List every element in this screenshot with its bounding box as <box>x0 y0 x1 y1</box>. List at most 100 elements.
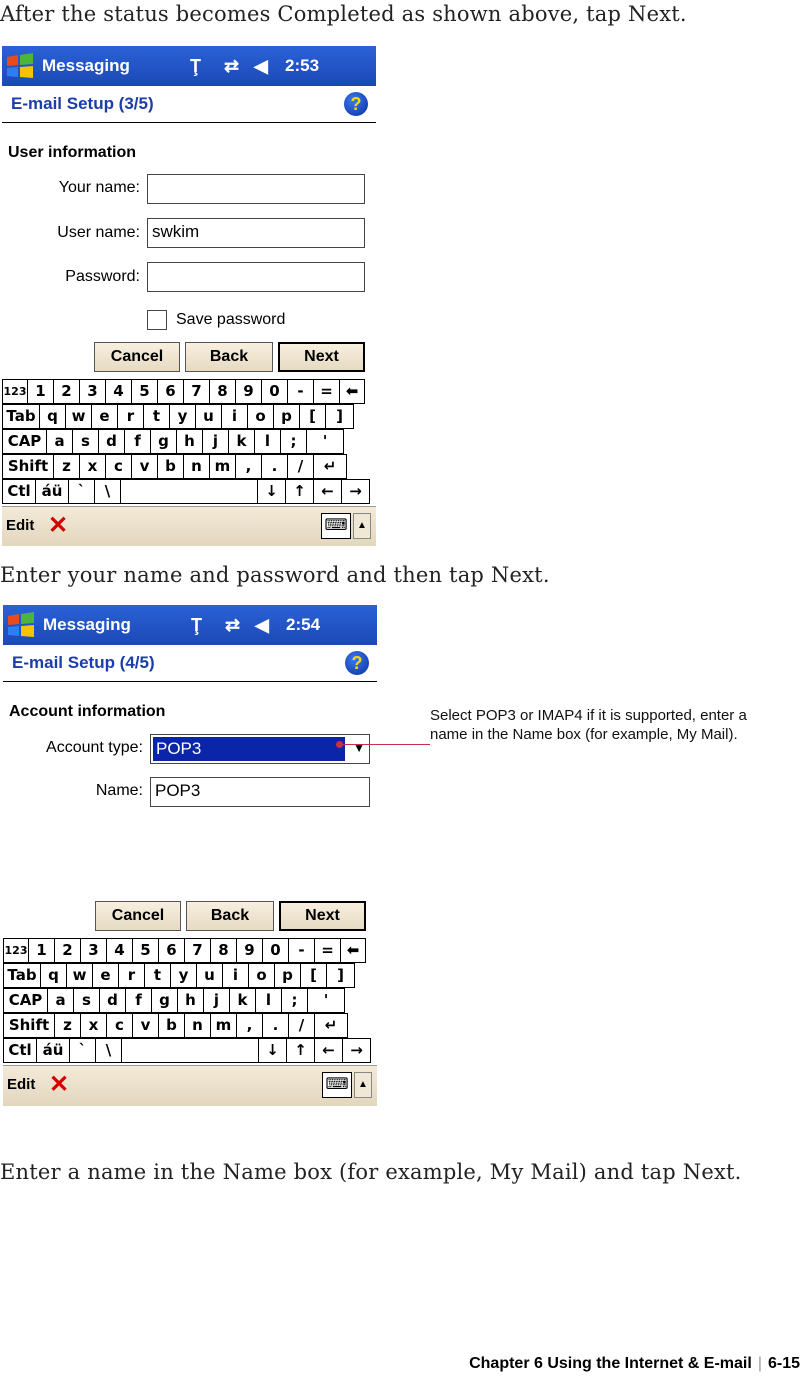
key-e[interactable]: e <box>92 963 119 988</box>
key-p[interactable]: p <box>273 404 300 429</box>
key-c[interactable]: c <box>105 454 132 479</box>
down-arrow-key[interactable]: ↓ <box>257 479 286 504</box>
key-1[interactable]: 1 <box>27 379 54 404</box>
key-x[interactable]: x <box>79 454 106 479</box>
input-selector-arrow-icon[interactable]: ▲ <box>354 1072 372 1098</box>
left-arrow-key[interactable]: ← <box>313 479 342 504</box>
key-z[interactable]: z <box>53 454 80 479</box>
key-rbracket[interactable]: ] <box>326 963 355 988</box>
speaker-icon[interactable]: ◀︎ <box>255 615 269 636</box>
left-arrow-key[interactable]: ← <box>314 1038 343 1063</box>
key-shift[interactable]: Shift <box>2 454 54 479</box>
key-c[interactable]: c <box>106 1013 133 1038</box>
name-field[interactable]: POP3 <box>150 777 370 807</box>
key-j[interactable]: j <box>203 988 230 1013</box>
key-w[interactable]: w <box>65 404 92 429</box>
key-a[interactable]: a <box>46 429 73 454</box>
next-button[interactable]: Next <box>279 901 366 931</box>
help-icon[interactable]: ? <box>344 92 368 116</box>
key-period[interactable]: . <box>261 454 288 479</box>
key-7[interactable]: 7 <box>184 938 211 963</box>
key-b[interactable]: b <box>158 1013 185 1038</box>
account-type-dropdown[interactable]: POP3 ▼ <box>150 734 370 764</box>
key-o[interactable]: o <box>248 963 275 988</box>
key-7[interactable]: 7 <box>183 379 210 404</box>
help-icon[interactable]: ? <box>345 651 369 675</box>
key-i[interactable]: i <box>221 404 248 429</box>
enter-key[interactable]: ↵ <box>313 454 347 479</box>
back-button[interactable]: Back <box>186 901 274 931</box>
key-comma[interactable]: , <box>235 454 262 479</box>
key-minus[interactable]: - <box>287 379 314 404</box>
key-n[interactable]: n <box>184 1013 211 1038</box>
key-4[interactable]: 4 <box>105 379 132 404</box>
key-semicolon[interactable]: ; <box>280 429 307 454</box>
key-d[interactable]: d <box>99 988 126 1013</box>
key-q[interactable]: q <box>39 404 66 429</box>
key-lbracket[interactable]: [ <box>299 404 326 429</box>
windows-start-icon[interactable] <box>6 610 36 640</box>
next-button[interactable]: Next <box>278 342 365 372</box>
key-3[interactable]: 3 <box>79 379 106 404</box>
key-h[interactable]: h <box>177 988 204 1013</box>
key-d[interactable]: d <box>98 429 125 454</box>
key-v[interactable]: v <box>132 1013 159 1038</box>
key-p[interactable]: p <box>274 963 301 988</box>
key-f[interactable]: f <box>125 988 152 1013</box>
key-k[interactable]: k <box>228 429 255 454</box>
backspace-key[interactable]: ⬅ <box>340 938 366 963</box>
key-0[interactable]: 0 <box>261 379 288 404</box>
key-3[interactable]: 3 <box>80 938 107 963</box>
edit-menu[interactable]: Edit <box>6 517 34 534</box>
key-h[interactable]: h <box>176 429 203 454</box>
key-5[interactable]: 5 <box>131 379 158 404</box>
key-backslash[interactable]: \ <box>95 1038 122 1063</box>
your-name-field[interactable] <box>147 174 365 204</box>
key-g[interactable]: g <box>151 988 178 1013</box>
key-m[interactable]: m <box>209 454 236 479</box>
key-g[interactable]: g <box>150 429 177 454</box>
speaker-icon[interactable]: ◀︎ <box>254 56 268 77</box>
input-selector-arrow-icon[interactable]: ▲ <box>353 513 371 539</box>
key-caps[interactable]: CAP <box>3 988 48 1013</box>
key-semicolon[interactable]: ; <box>281 988 308 1013</box>
key-6[interactable]: 6 <box>158 938 185 963</box>
key-slash[interactable]: / <box>288 1013 315 1038</box>
key-0[interactable]: 0 <box>262 938 289 963</box>
key-u[interactable]: u <box>195 404 222 429</box>
key-l[interactable]: l <box>254 429 281 454</box>
antenna-icon[interactable]: Ţ <box>191 615 202 636</box>
connectivity-icon[interactable]: ⇄ <box>225 615 240 636</box>
key-equals[interactable]: = <box>313 379 340 404</box>
key-slash[interactable]: / <box>287 454 314 479</box>
key-5[interactable]: 5 <box>132 938 159 963</box>
key-quote[interactable]: ' <box>306 429 344 454</box>
key-s[interactable]: s <box>72 429 99 454</box>
key-t[interactable]: t <box>143 404 170 429</box>
key-2[interactable]: 2 <box>54 938 81 963</box>
key-ctl[interactable]: Ctl <box>3 1038 37 1063</box>
key-123[interactable]: 123 <box>3 938 29 963</box>
back-button[interactable]: Back <box>185 342 273 372</box>
cancel-button[interactable]: Cancel <box>95 901 181 931</box>
key-a[interactable]: a <box>47 988 74 1013</box>
key-shift[interactable]: Shift <box>3 1013 55 1038</box>
key-rbracket[interactable]: ] <box>325 404 354 429</box>
space-key[interactable] <box>121 1038 259 1063</box>
key-t[interactable]: t <box>144 963 171 988</box>
keyboard-icon[interactable]: ⌨ <box>322 1072 352 1098</box>
key-w[interactable]: w <box>66 963 93 988</box>
key-accents[interactable]: áü <box>35 479 69 504</box>
key-u[interactable]: u <box>196 963 223 988</box>
windows-start-icon[interactable] <box>5 51 35 81</box>
key-q[interactable]: q <box>40 963 67 988</box>
key-j[interactable]: j <box>202 429 229 454</box>
key-f[interactable]: f <box>124 429 151 454</box>
key-m[interactable]: m <box>210 1013 237 1038</box>
key-lbracket[interactable]: [ <box>300 963 327 988</box>
key-backtick[interactable]: ` <box>68 479 95 504</box>
key-r[interactable]: r <box>118 963 145 988</box>
key-9[interactable]: 9 <box>235 379 262 404</box>
right-arrow-key[interactable]: → <box>341 479 370 504</box>
space-key[interactable] <box>120 479 258 504</box>
